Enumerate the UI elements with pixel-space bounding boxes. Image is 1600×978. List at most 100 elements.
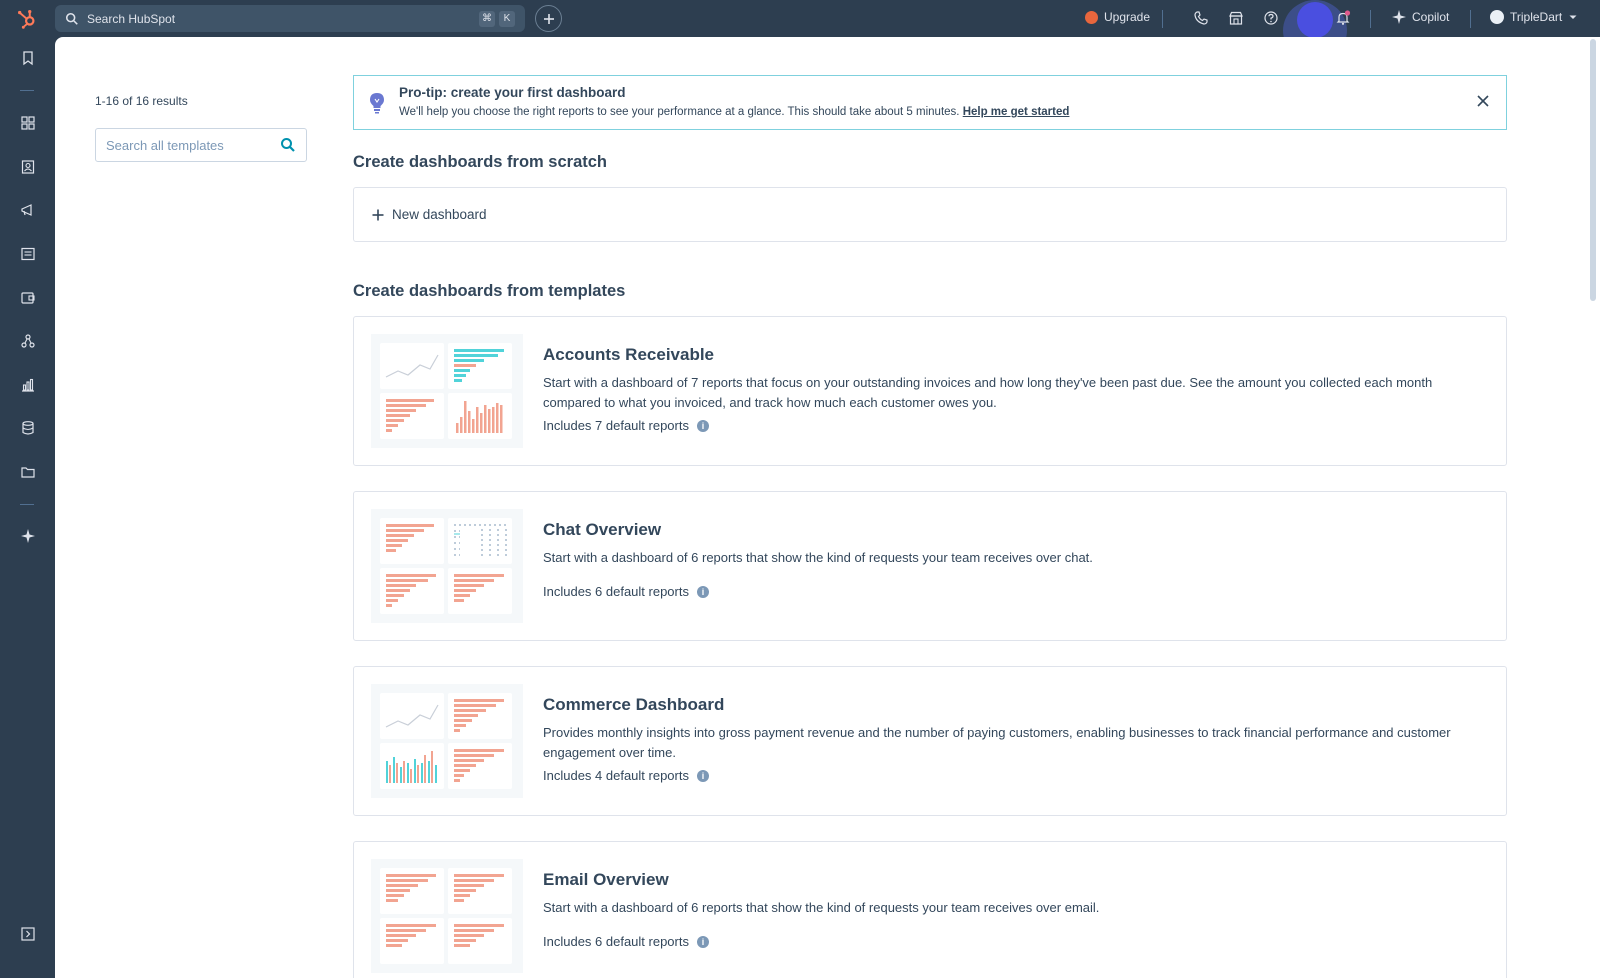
global-search-input[interactable]: Search HubSpot ⌘ K — [55, 5, 525, 32]
protip-description-text: We'll help you choose the right reports … — [399, 106, 960, 118]
templates-heading: Create dashboards from templates — [353, 282, 626, 300]
template-includes: Includes 6 default reports i — [543, 584, 709, 599]
contacts-icon[interactable] — [20, 159, 36, 175]
info-icon[interactable]: i — [696, 769, 709, 782]
copilot-button[interactable]: Copilot — [1392, 10, 1449, 24]
template-card-chat-overview[interactable]: Chat Overview Start with a dashboard of … — [353, 491, 1507, 641]
thumbnail-bar-chart — [380, 868, 444, 914]
create-new-button[interactable] — [535, 5, 562, 32]
thumbnail-bar-chart — [380, 518, 444, 564]
template-description: Start with a dashboard of 6 reports that… — [543, 550, 1093, 565]
template-includes: Includes 4 default reports i — [543, 768, 709, 783]
hubspot-logo-icon[interactable] — [16, 8, 38, 30]
protip-title: Pro-tip: create your first dashboard — [399, 85, 626, 100]
global-search-placeholder: Search HubSpot — [87, 11, 176, 26]
thumbnail-bar-chart-teal — [448, 343, 512, 389]
template-name: Commerce Dashboard — [543, 695, 725, 714]
search-icon[interactable] — [280, 137, 296, 153]
thumbnail-bar-chart — [380, 918, 444, 964]
info-icon[interactable]: i — [696, 935, 709, 948]
marketing-icon[interactable] — [20, 202, 36, 218]
shortcut-key-k: K — [499, 10, 515, 27]
template-name: Accounts Receivable — [543, 345, 715, 364]
thumbnail-line-chart — [380, 693, 444, 739]
thumbnail-bar-chart — [448, 693, 512, 739]
close-icon[interactable] — [1476, 94, 1490, 108]
account-menu[interactable]: TripleDart — [1490, 10, 1578, 24]
account-name: TripleDart — [1510, 10, 1563, 24]
page-scrollbar[interactable] — [1590, 39, 1596, 301]
template-card-commerce-dashboard[interactable]: Commerce Dashboard Provides monthly insi… — [353, 666, 1507, 816]
topbar-divider — [1162, 10, 1163, 28]
content-icon[interactable] — [20, 246, 36, 262]
template-includes: Includes 6 default reports i — [543, 934, 709, 949]
template-search-placeholder: Search all templates — [106, 137, 224, 153]
breeze-icon[interactable] — [20, 528, 36, 544]
plus-icon — [543, 13, 554, 24]
template-thumbnail — [371, 334, 523, 448]
template-thumbnail — [371, 684, 523, 798]
thumbnail-column-chart — [448, 393, 512, 439]
template-description: Start with a dashboard of 6 reports that… — [543, 900, 1100, 915]
template-search-input[interactable]: Search all templates — [95, 128, 307, 162]
template-name: Chat Overview — [543, 520, 662, 539]
template-includes-text: Includes 6 default reports — [543, 584, 689, 599]
marketplace-icon[interactable] — [1228, 10, 1244, 26]
copilot-sparkle-icon — [1392, 10, 1406, 24]
data-management-icon[interactable] — [20, 420, 36, 436]
thumbnail-bar-chart — [448, 868, 512, 914]
main-content: 1-16 of 16 results Search all templates … — [55, 37, 1600, 978]
protip-banner: Pro-tip: create your first dashboard We'… — [353, 75, 1507, 130]
help-me-get-started-link[interactable]: Help me get started — [963, 106, 1070, 118]
plus-icon — [372, 209, 384, 220]
copilot-label: Copilot — [1412, 10, 1450, 24]
thumbnail-bar-chart — [380, 568, 444, 614]
thumbnail-column-chart-mixed — [380, 743, 444, 789]
bookmark-icon[interactable] — [20, 50, 36, 66]
chevron-down-icon — [1569, 15, 1577, 19]
upgrade-button[interactable]: Upgrade — [1085, 10, 1150, 24]
library-icon[interactable] — [20, 464, 36, 480]
thumbnail-bar-chart — [380, 393, 444, 439]
thumbnail-bar-chart — [448, 743, 512, 789]
protip-description: We'll help you choose the right reports … — [399, 106, 1069, 118]
sidebar-divider — [20, 90, 34, 91]
template-thumbnail — [371, 859, 523, 973]
template-name: Email Overview — [543, 870, 669, 889]
lightbulb-icon — [370, 93, 384, 114]
search-icon — [65, 12, 78, 25]
upgrade-icon — [1085, 10, 1098, 24]
thumbnail-bar-chart — [448, 568, 512, 614]
automation-icon[interactable] — [20, 333, 36, 349]
left-sidebar — [0, 37, 55, 978]
settings-icon[interactable] — [1297, 2, 1333, 38]
results-count: 1-16 of 16 results — [95, 94, 188, 108]
new-dashboard-label: New dashboard — [392, 207, 487, 222]
avatar — [1490, 10, 1504, 24]
top-navigation-bar: Search HubSpot ⌘ K Upgrade Copilot Tripl… — [0, 0, 1600, 61]
topbar-divider — [1370, 10, 1371, 28]
workspaces-icon[interactable] — [20, 115, 36, 131]
phone-icon[interactable] — [1193, 10, 1209, 26]
template-includes: Includes 7 default reports i — [543, 418, 709, 433]
new-dashboard-button[interactable]: New dashboard — [353, 187, 1507, 242]
thumbnail-bar-chart — [448, 918, 512, 964]
commerce-icon[interactable] — [20, 290, 36, 306]
thumbnail-line-chart — [380, 343, 444, 389]
template-card-email-overview[interactable]: Email Overview Start with a dashboard of… — [353, 841, 1507, 978]
thumbnail-table — [448, 518, 512, 564]
help-icon[interactable] — [1263, 10, 1279, 26]
template-card-accounts-receivable[interactable]: Accounts Receivable Start with a dashboa… — [353, 316, 1507, 466]
sidebar-divider — [20, 504, 34, 505]
reporting-icon[interactable] — [20, 377, 36, 393]
search-shortcut: ⌘ K — [479, 10, 515, 27]
notifications-icon[interactable] — [1335, 10, 1351, 26]
template-description: Provides monthly insights into gross pay… — [543, 725, 1451, 760]
expand-sidebar-icon[interactable] — [20, 926, 36, 942]
template-includes-text: Includes 6 default reports — [543, 934, 689, 949]
template-description: Start with a dashboard of 7 reports that… — [543, 375, 1433, 410]
info-icon[interactable]: i — [696, 419, 709, 432]
template-includes-text: Includes 4 default reports — [543, 768, 689, 783]
info-icon[interactable]: i — [696, 585, 709, 598]
upgrade-label: Upgrade — [1104, 10, 1151, 24]
